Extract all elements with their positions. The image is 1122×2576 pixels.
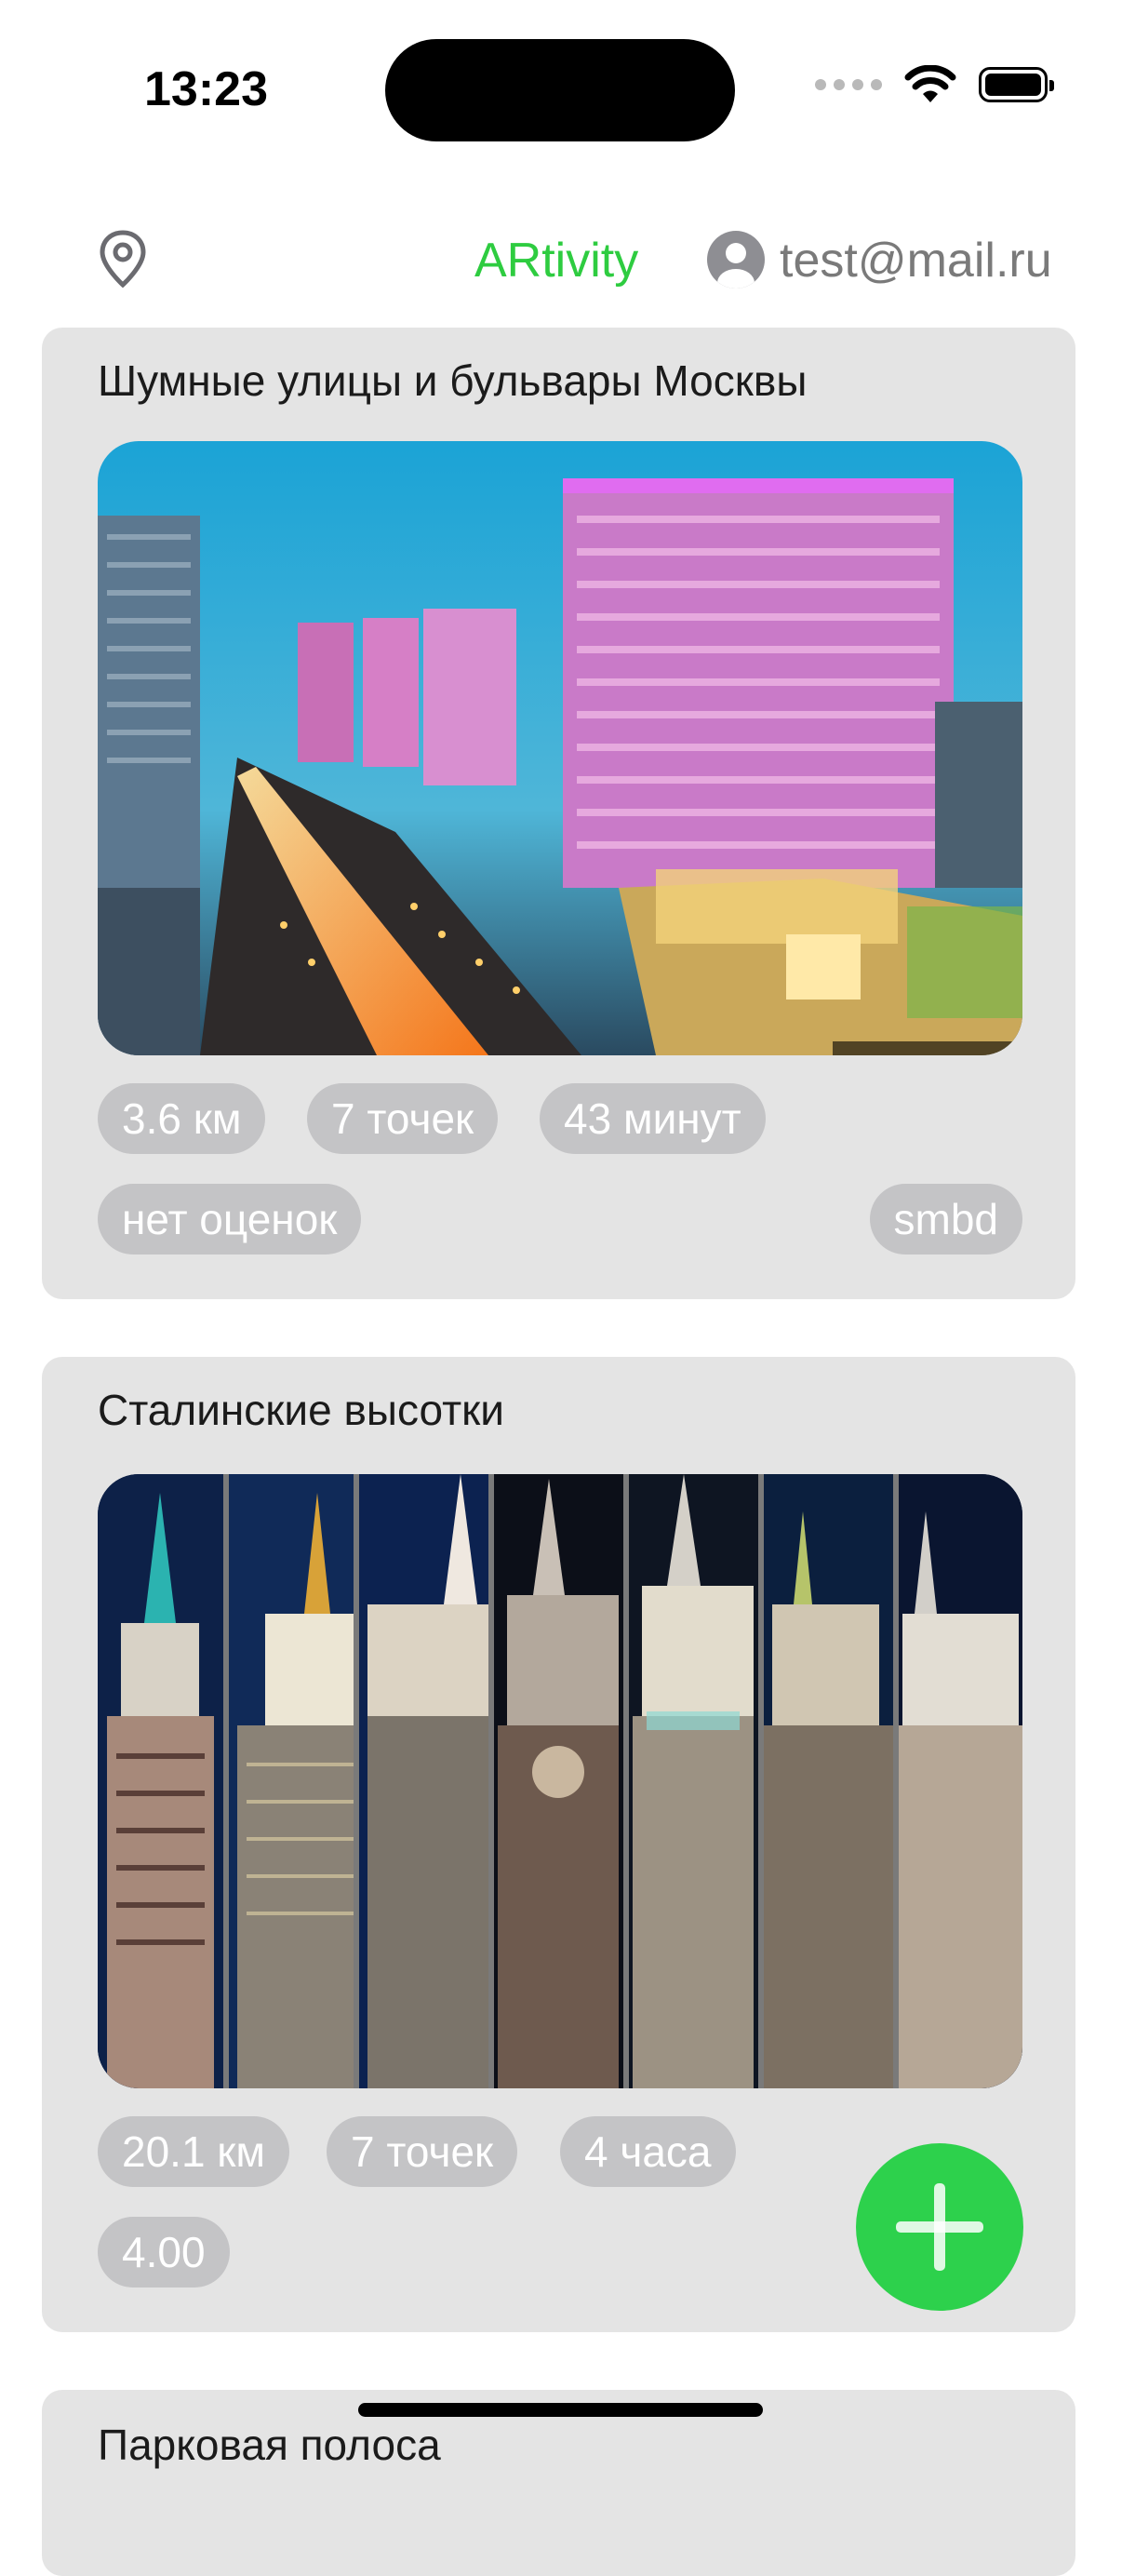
cellular-signal-icon bbox=[815, 79, 882, 90]
route-title: Сталинские высотки bbox=[98, 1386, 504, 1434]
add-route-button[interactable] bbox=[856, 2143, 1023, 2311]
user-email[interactable]: test@mail.ru bbox=[780, 233, 1052, 288]
route-photo bbox=[98, 441, 1022, 1055]
home-indicator[interactable] bbox=[358, 2403, 763, 2417]
profile-icon[interactable] bbox=[707, 231, 765, 288]
app-title: ARtivity bbox=[474, 234, 639, 288]
points-chip: 7 точек bbox=[307, 1083, 499, 1154]
status-indicators bbox=[815, 65, 1054, 104]
route-photo bbox=[98, 1474, 1022, 2088]
duration-chip: 4 часа bbox=[560, 2116, 736, 2187]
rating-chip: нет оценок bbox=[98, 1184, 362, 1254]
dynamic-island bbox=[385, 39, 735, 141]
points-chip: 7 точек bbox=[327, 2116, 518, 2187]
route-title: Шумные улицы и бульвары Москвы bbox=[98, 356, 808, 405]
route-title: Парковая полоса bbox=[98, 2421, 441, 2469]
rating-chip: 4.00 bbox=[98, 2217, 230, 2288]
distance-chip: 20.1 км bbox=[98, 2116, 290, 2187]
author-chip: smbd bbox=[869, 1184, 1022, 1254]
duration-chip: 43 минут bbox=[540, 1083, 766, 1154]
battery-icon bbox=[979, 67, 1054, 102]
location-pin-icon[interactable] bbox=[98, 229, 148, 288]
route-card[interactable]: Шумные улицы и бульвары Москвы 3.6 км 7 … bbox=[42, 328, 1075, 1299]
route-card[interactable]: Парковая полоса bbox=[42, 2390, 1075, 2576]
distance-chip: 3.6 км bbox=[98, 1083, 266, 1154]
wifi-icon bbox=[904, 65, 956, 102]
status-time: 13:23 bbox=[144, 62, 268, 116]
